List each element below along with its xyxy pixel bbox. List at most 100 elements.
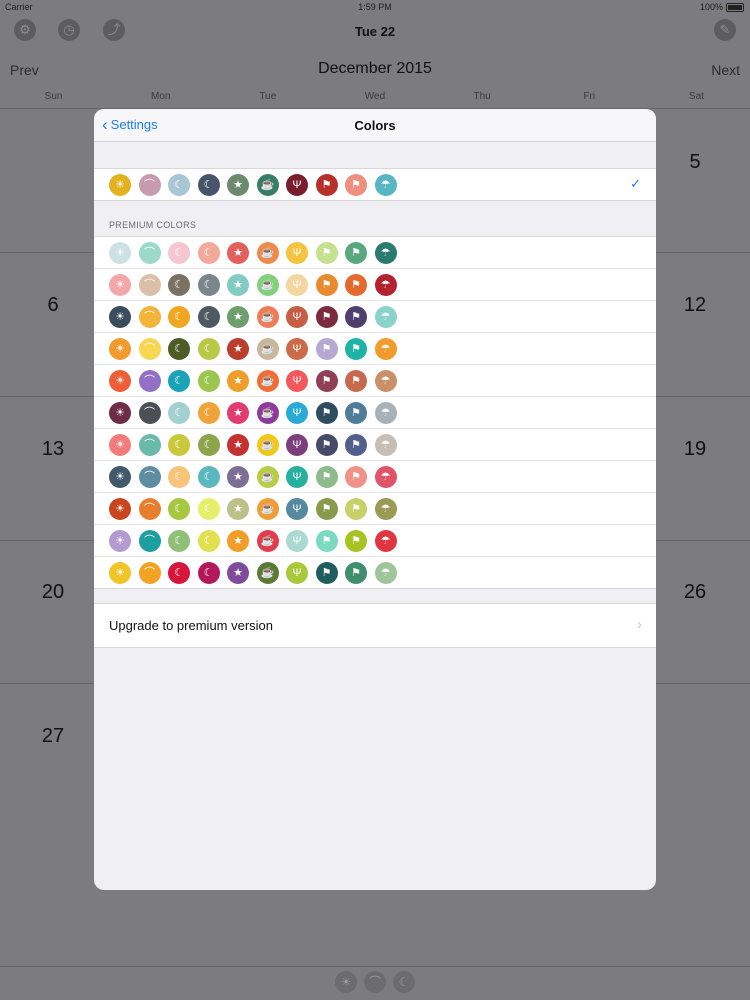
- weekday-label: Tue: [259, 91, 277, 102]
- color-set-row[interactable]: ☀ ⌒ ☾ ☾ ★ ☕ Ψ ⚑ ⚑ ☂: [94, 493, 656, 525]
- moon-icon: ☾: [168, 561, 190, 584]
- sunrise-icon: ⌒: [138, 369, 161, 392]
- calendar-day[interactable]: 27: [23, 725, 83, 748]
- weekday-label: Sun: [44, 91, 63, 102]
- moon-icon: ☾: [168, 273, 190, 296]
- calendar-day[interactable]: 26: [665, 581, 725, 604]
- cup-icon: ☕: [256, 337, 279, 360]
- sun-icon: ☀: [109, 173, 131, 196]
- moon-icon: ☾: [168, 433, 190, 456]
- star-icon: ★: [227, 305, 249, 328]
- checkmark-icon: ✓: [630, 176, 641, 191]
- premium-colors-group: ☀ ⌒ ☾ ☾ ★ ☕ Ψ ⚑ ⚑ ☂ ☀ ⌒ ☾ ☾ ★ ☕ Ψ ⚑ ⚑ ☂ ☀ ⌒ ☾ ☾ ★ ☕ Ψ ⚑ ⚑ ☂ ☀ ⌒ ☾ ☾ ★ ☕ Ψ ⚑ ⚑ ☂…: [94, 236, 656, 589]
- color-set-row[interactable]: ☀ ⌒ ☾ ☾ ★ ☕ Ψ ⚑ ⚑ ☂: [94, 333, 656, 365]
- cutlery-icon: Ψ: [286, 173, 308, 196]
- sun-icon: ☀: [109, 369, 131, 392]
- cup-icon: ☕: [256, 401, 279, 424]
- color-set-row[interactable]: ☀ ⌒ ☾ ☾ ★ ☕ Ψ ⚑ ⚑ ☂: [94, 237, 656, 269]
- cutlery-icon: Ψ: [286, 369, 308, 392]
- cup-icon: ☕: [256, 561, 279, 584]
- cup-icon: ☕: [256, 529, 279, 552]
- sun-icon: ☀: [109, 305, 131, 328]
- status-time: 1:59 PM: [358, 2, 392, 12]
- moon-cloud-icon: ☾: [197, 497, 220, 520]
- umbrella-icon: ☂: [374, 273, 397, 296]
- weekday-label: Wed: [364, 91, 386, 102]
- runner-icon: ⚑: [315, 561, 338, 584]
- moon-icon: ☾: [168, 173, 190, 196]
- moon-cloud-icon: ☾: [197, 369, 220, 392]
- weekday-label: Fri: [583, 91, 596, 102]
- color-set-row[interactable]: ☀ ⌒ ☾ ☾ ★ ☕ Ψ ⚑ ⚑ ☂: [94, 397, 656, 429]
- star-icon: ★: [227, 337, 249, 360]
- color-set-row[interactable]: ☀ ⌒ ☾ ☾ ★ ☕ Ψ ⚑ ⚑ ☂: [94, 269, 656, 301]
- battery-indicator: 100%: [700, 2, 744, 12]
- sunrise-icon: ⌒: [138, 305, 161, 328]
- color-set-row[interactable]: ☀ ⌒ ☾ ☾ ★ ☕ Ψ ⚑ ⚑ ☂: [94, 301, 656, 333]
- color-set-row[interactable]: ☀ ⌒ ☾ ☾ ★ ☕ Ψ ⚑ ⚑ ☂: [94, 557, 656, 588]
- weekday-label: Thu: [473, 91, 491, 102]
- sprinter-icon: ⚑: [345, 561, 367, 584]
- sunrise-icon[interactable]: ⌒: [364, 971, 386, 993]
- top-toolbar: ⚙ ◷ ⤴ Tue 22 ✎: [0, 14, 750, 48]
- battery-percent: 100%: [699, 2, 723, 12]
- cup-icon: ☕: [256, 273, 279, 296]
- calendar-day[interactable]: 20: [23, 581, 83, 604]
- upgrade-label: Upgrade to premium version: [109, 618, 274, 633]
- umbrella-icon: ☂: [374, 433, 397, 456]
- calendar-day[interactable]: 5: [665, 151, 725, 174]
- sun-icon: ☀: [109, 561, 131, 584]
- star-icon: ★: [227, 273, 249, 296]
- sun-icon: ☀: [109, 241, 131, 264]
- star-icon: ★: [227, 433, 249, 456]
- color-dots: ☀ ⌒ ☾ ☾ ★ ☕ Ψ ⚑ ⚑ ☂: [109, 305, 397, 328]
- moon-icon[interactable]: ☾: [393, 971, 415, 993]
- cutlery-icon: Ψ: [286, 433, 308, 456]
- calendar-day[interactable]: 12: [665, 294, 725, 317]
- brush-icon[interactable]: ✎: [714, 19, 736, 41]
- selected-color-group: ☀ ⌒ ☾ ☾ ★ ☕ Ψ ⚑ ⚑ ☂ ✓: [94, 168, 656, 201]
- colors-modal: ‹ Settings Colors ☀ ⌒ ☾ ☾ ★ ☕ Ψ ⚑ ⚑ ☂ ✓ PREMIUM C…: [94, 109, 656, 890]
- moon-icon: ☾: [168, 401, 190, 424]
- cutlery-icon: Ψ: [286, 561, 308, 584]
- sunrise-icon: ⌒: [138, 433, 161, 456]
- upgrade-row[interactable]: Upgrade to premium version ›: [94, 603, 656, 648]
- cup-icon: ☕: [256, 173, 279, 196]
- sun-icon: ☀: [109, 273, 131, 296]
- color-set-row[interactable]: ☀ ⌒ ☾ ☾ ★ ☕ Ψ ⚑ ⚑ ☂: [94, 429, 656, 461]
- month-navigation: Prev December 2015 Next: [0, 56, 750, 82]
- modal-title: Colors: [354, 118, 396, 133]
- sunrise-icon: ⌒: [138, 529, 161, 552]
- modal-navbar: ‹ Settings Colors: [94, 109, 656, 142]
- next-month-button[interactable]: Next: [711, 62, 740, 78]
- sun-icon: ☀: [109, 465, 131, 488]
- moon-cloud-icon: ☾: [197, 401, 220, 424]
- premium-section-header: PREMIUM COLORS: [94, 201, 656, 236]
- calendar-day[interactable]: 13: [23, 438, 83, 461]
- cutlery-icon: Ψ: [286, 241, 308, 264]
- cutlery-icon: Ψ: [286, 305, 308, 328]
- color-dots: ☀ ⌒ ☾ ☾ ★ ☕ Ψ ⚑ ⚑ ☂: [109, 529, 397, 552]
- moon-cloud-icon: ☾: [197, 433, 220, 456]
- color-set-row[interactable]: ☀ ⌒ ☾ ☾ ★ ☕ Ψ ⚑ ⚑ ☂: [94, 365, 656, 397]
- cutlery-icon: Ψ: [286, 529, 308, 552]
- moon-cloud-icon: ☾: [197, 465, 220, 488]
- color-set-row[interactable]: ☀ ⌒ ☾ ☾ ★ ☕ Ψ ⚑ ⚑ ☂: [94, 461, 656, 493]
- moon-icon: ☾: [168, 465, 190, 488]
- sun-icon[interactable]: ☀: [335, 971, 357, 993]
- runner-icon: ⚑: [315, 433, 338, 456]
- color-set-row-selected[interactable]: ☀ ⌒ ☾ ☾ ★ ☕ Ψ ⚑ ⚑ ☂ ✓: [94, 169, 656, 200]
- color-dots: ☀ ⌒ ☾ ☾ ★ ☕ Ψ ⚑ ⚑ ☂: [109, 241, 397, 264]
- sunrise-icon: ⌒: [138, 241, 161, 264]
- umbrella-icon: ☂: [374, 401, 397, 424]
- moon-cloud-icon: ☾: [197, 173, 220, 196]
- status-bar: Carrier 1:59 PM 100%: [0, 0, 750, 14]
- color-dots: ☀ ⌒ ☾ ☾ ★ ☕ Ψ ⚑ ⚑ ☂: [109, 273, 397, 296]
- sun-icon: ☀: [109, 529, 131, 552]
- calendar-day[interactable]: 6: [23, 294, 83, 317]
- sunrise-icon: ⌒: [138, 497, 161, 520]
- calendar-day[interactable]: 19: [665, 438, 725, 461]
- runner-icon: ⚑: [315, 173, 338, 196]
- color-set-row[interactable]: ☀ ⌒ ☾ ☾ ★ ☕ Ψ ⚑ ⚑ ☂: [94, 525, 656, 557]
- sun-icon: ☀: [109, 337, 131, 360]
